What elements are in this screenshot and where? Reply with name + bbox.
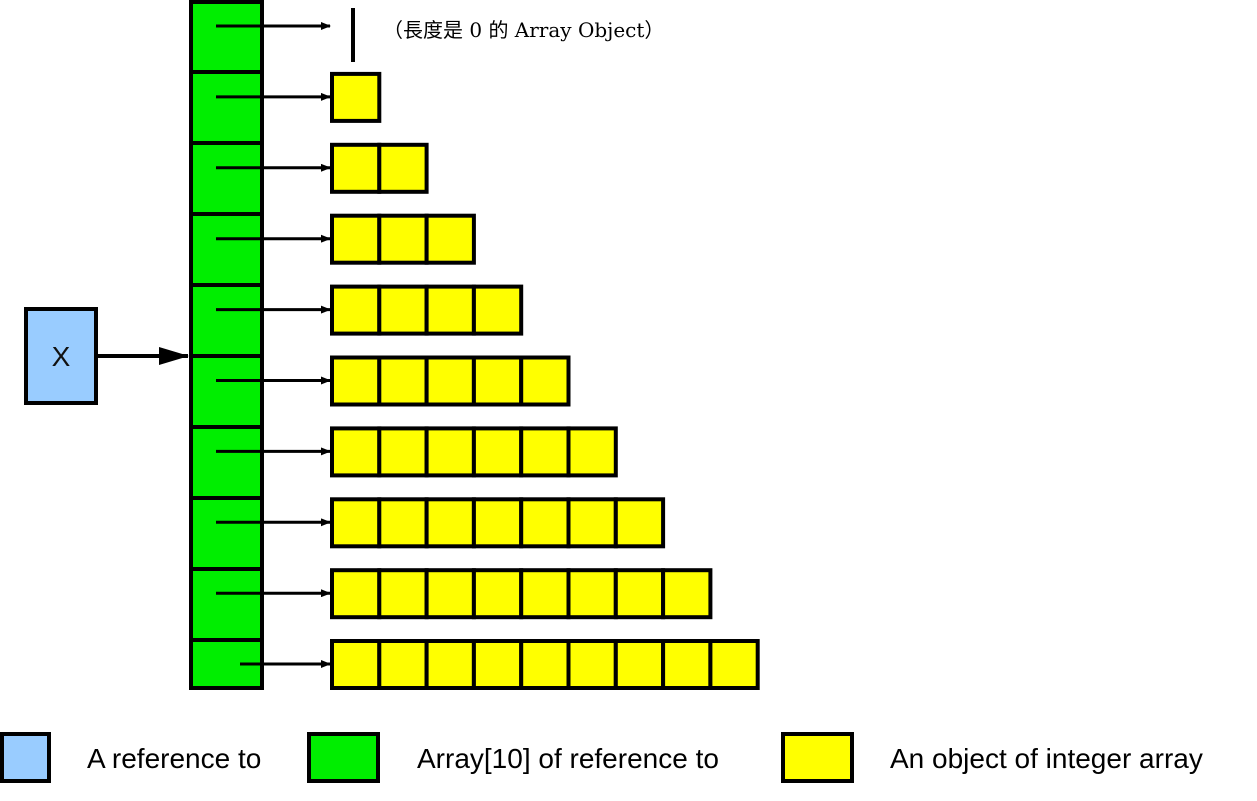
integer-array-cell — [330, 284, 382, 336]
integer-array-cell — [377, 284, 429, 336]
integer-array-cell — [377, 426, 429, 478]
integer-array-cell — [566, 426, 618, 478]
integer-array-cell — [519, 639, 571, 690]
integer-array-7 — [330, 497, 666, 549]
integer-array-cell — [471, 497, 524, 549]
integer-array-cell — [566, 568, 618, 620]
legend-label-reference: A reference to — [87, 743, 262, 774]
integer-array-cell — [377, 639, 429, 690]
integer-array-cell — [708, 639, 760, 690]
integer-array-cell — [613, 568, 666, 620]
legend-swatch-ref-array — [307, 732, 380, 783]
integer-array-cell — [377, 213, 429, 265]
integer-array-cell — [330, 497, 382, 549]
integer-array-cell — [519, 426, 571, 478]
integer-array-cell — [424, 213, 476, 265]
integer-array-cell — [377, 355, 429, 407]
integer-array-cell — [330, 71, 382, 123]
integer-array-9 — [330, 639, 760, 690]
integer-array-cell — [377, 142, 429, 194]
legend-swatch-reference — [0, 732, 51, 783]
integer-array-cell — [519, 497, 571, 549]
integer-array-cell — [471, 639, 524, 690]
integer-array-cell — [330, 639, 382, 690]
reference-array-body — [189, 0, 264, 690]
integer-array-cell — [424, 426, 476, 478]
integer-array-cell — [566, 497, 618, 549]
integer-array-cell — [424, 497, 476, 549]
jagged-array-diagram: X — [0, 0, 854, 783]
legend-label-int-array: An object of integer array — [890, 743, 1203, 774]
integer-array-cell — [519, 568, 571, 620]
integer-array-cell — [330, 213, 382, 265]
integer-array-cell — [377, 497, 429, 549]
integer-array-cell — [613, 639, 666, 690]
legend-swatch-int-array — [781, 732, 854, 783]
variable-x: X — [24, 307, 98, 405]
integer-array-cell — [424, 568, 476, 620]
integer-array-cell — [377, 568, 429, 620]
integer-array-5 — [330, 355, 571, 407]
variable-x-label: X — [52, 341, 71, 372]
integer-array-cell — [471, 568, 524, 620]
zero-length-note: （長度是 0 的 Array Object） — [383, 18, 665, 42]
integer-array-cell — [566, 639, 618, 690]
integer-array-3 — [330, 213, 476, 265]
integer-array-cell — [424, 639, 476, 690]
integer-array-1 — [330, 71, 382, 123]
integer-array-cell — [330, 426, 382, 478]
integer-array-cell — [471, 355, 524, 407]
integer-array-cell — [661, 639, 713, 690]
integer-array-cell — [330, 355, 382, 407]
integer-array-cell — [661, 568, 713, 620]
integer-array-4 — [330, 284, 524, 336]
integer-array-cell — [471, 426, 524, 478]
integer-array-cell — [424, 284, 476, 336]
integer-array-cell — [471, 284, 524, 336]
reference-array — [189, 0, 264, 690]
integer-arrays — [330, 71, 760, 690]
integer-array-cell — [519, 355, 571, 407]
integer-array-6 — [330, 426, 618, 478]
integer-array-cell — [424, 355, 476, 407]
integer-array-8 — [330, 568, 713, 620]
integer-array-cell — [330, 568, 382, 620]
integer-array-cell — [330, 142, 382, 194]
integer-array-2 — [330, 142, 429, 194]
integer-array-cell — [613, 497, 666, 549]
legend-label-ref-array: Array[10] of reference to — [417, 743, 719, 774]
